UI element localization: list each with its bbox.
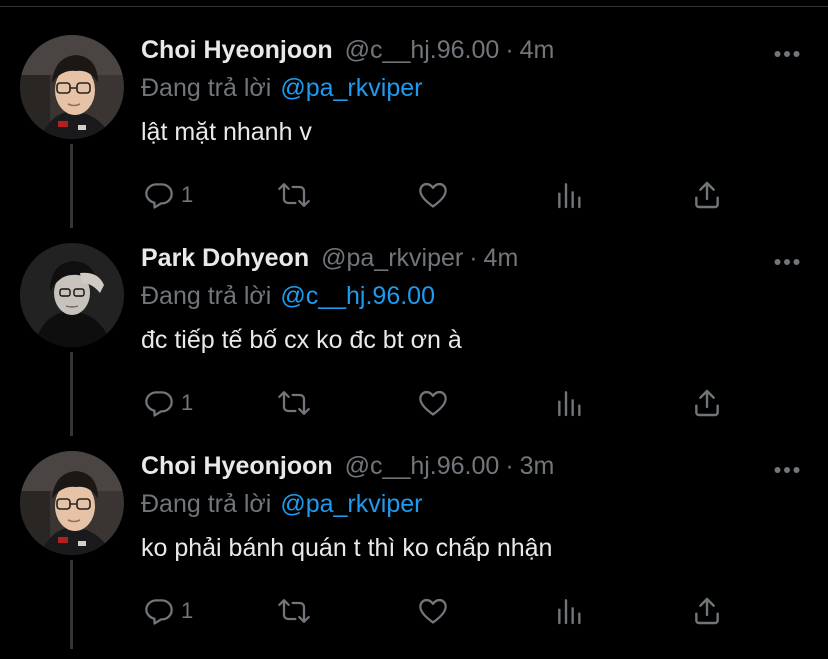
- retweet-button[interactable]: [277, 175, 311, 215]
- timestamp[interactable]: 4m: [520, 36, 555, 64]
- share-icon: [691, 595, 723, 627]
- avatar-park-image: [20, 243, 124, 347]
- more-horizontal-icon[interactable]: [774, 461, 800, 473]
- tweet[interactable]: Choi Hyeonjoon @c__hj.96.00 · 3m Đang trả l…: [0, 451, 828, 659]
- heart-icon: [416, 179, 450, 211]
- reply-icon: [143, 387, 175, 419]
- display-name[interactable]: Choi Hyeonjoon: [141, 36, 333, 64]
- share-button[interactable]: [691, 175, 723, 215]
- display-name[interactable]: Choi Hyeonjoon: [141, 452, 333, 480]
- reply-count: 1: [181, 598, 194, 623]
- user-handle[interactable]: @c__hj.96.00: [345, 452, 500, 480]
- like-button[interactable]: [416, 591, 450, 631]
- reply-count: 1: [181, 182, 194, 207]
- analytics-icon: [554, 387, 586, 419]
- reply-button[interactable]: 1: [143, 591, 193, 631]
- like-button[interactable]: [416, 383, 450, 423]
- avatar[interactable]: [20, 243, 124, 347]
- reply-icon: [143, 595, 175, 627]
- separator-dot: ·: [505, 36, 514, 64]
- retweet-button[interactable]: [277, 591, 311, 631]
- tweet[interactable]: Choi Hyeonjoon @c__hj.96.00 · 4m Đang trả l…: [0, 35, 828, 243]
- tweet-text: đc tiếp tế bố cx ko đc bt ơn à: [141, 326, 462, 354]
- like-button[interactable]: [416, 175, 450, 215]
- analytics-icon: [554, 179, 586, 211]
- reply-count: 1: [181, 390, 194, 415]
- avatar[interactable]: [20, 451, 124, 555]
- user-handle[interactable]: @pa_rkviper: [321, 244, 463, 272]
- reply-button[interactable]: 1: [143, 383, 193, 423]
- replying-to: Đang trả lời @pa_rkviper: [141, 73, 422, 103]
- retweet-icon: [277, 179, 311, 211]
- top-divider: [0, 6, 828, 7]
- tweet-text: lật mặt nhanh v: [141, 118, 312, 146]
- share-button[interactable]: [691, 383, 723, 423]
- tweet-text: ko phải bánh quán t thì ko chấp nhận: [141, 534, 553, 562]
- views-button[interactable]: [554, 383, 586, 423]
- retweet-button[interactable]: [277, 383, 311, 423]
- separator-dot: ·: [469, 244, 478, 272]
- reply-button[interactable]: 1: [143, 175, 193, 215]
- display-name[interactable]: Park Dohyeon: [141, 244, 309, 272]
- action-bar: 1: [141, 591, 741, 631]
- tweet-header: Choi Hyeonjoon @c__hj.96.00 · 4m: [141, 35, 554, 65]
- more-horizontal-icon[interactable]: [774, 45, 800, 57]
- timestamp[interactable]: 4m: [484, 244, 519, 272]
- tweet-header: Choi Hyeonjoon @c__hj.96.00 · 3m: [141, 451, 554, 481]
- timestamp[interactable]: 3m: [520, 452, 555, 480]
- tweet[interactable]: Park Dohyeon @pa_rkviper · 4m Đang trả lời @…: [0, 243, 828, 451]
- replying-to-label: Đang trả lời: [141, 282, 272, 310]
- action-bar: 1: [141, 383, 741, 423]
- replying-to: Đang trả lời @pa_rkviper: [141, 489, 422, 519]
- views-button[interactable]: [554, 175, 586, 215]
- retweet-icon: [277, 387, 311, 419]
- heart-icon: [416, 387, 450, 419]
- avatar-choi-image: [20, 35, 124, 139]
- separator-dot: ·: [505, 452, 514, 480]
- analytics-icon: [554, 595, 586, 627]
- mention-link[interactable]: @pa_rkviper: [280, 74, 422, 102]
- avatar[interactable]: [20, 35, 124, 139]
- share-icon: [691, 387, 723, 419]
- views-button[interactable]: [554, 591, 586, 631]
- more-horizontal-icon[interactable]: [774, 253, 800, 265]
- replying-to: Đang trả lời @c__hj.96.00: [141, 281, 435, 311]
- retweet-icon: [277, 595, 311, 627]
- share-button[interactable]: [691, 591, 723, 631]
- reply-icon: [143, 179, 175, 211]
- tweet-header: Park Dohyeon @pa_rkviper · 4m: [141, 243, 518, 273]
- replying-to-label: Đang trả lời: [141, 74, 272, 102]
- mention-link[interactable]: @c__hj.96.00: [280, 282, 435, 310]
- heart-icon: [416, 595, 450, 627]
- replying-to-label: Đang trả lời: [141, 490, 272, 518]
- mention-link[interactable]: @pa_rkviper: [280, 490, 422, 518]
- avatar-choi-image: [20, 451, 124, 555]
- action-bar: 1: [141, 175, 741, 215]
- share-icon: [691, 179, 723, 211]
- user-handle[interactable]: @c__hj.96.00: [345, 36, 500, 64]
